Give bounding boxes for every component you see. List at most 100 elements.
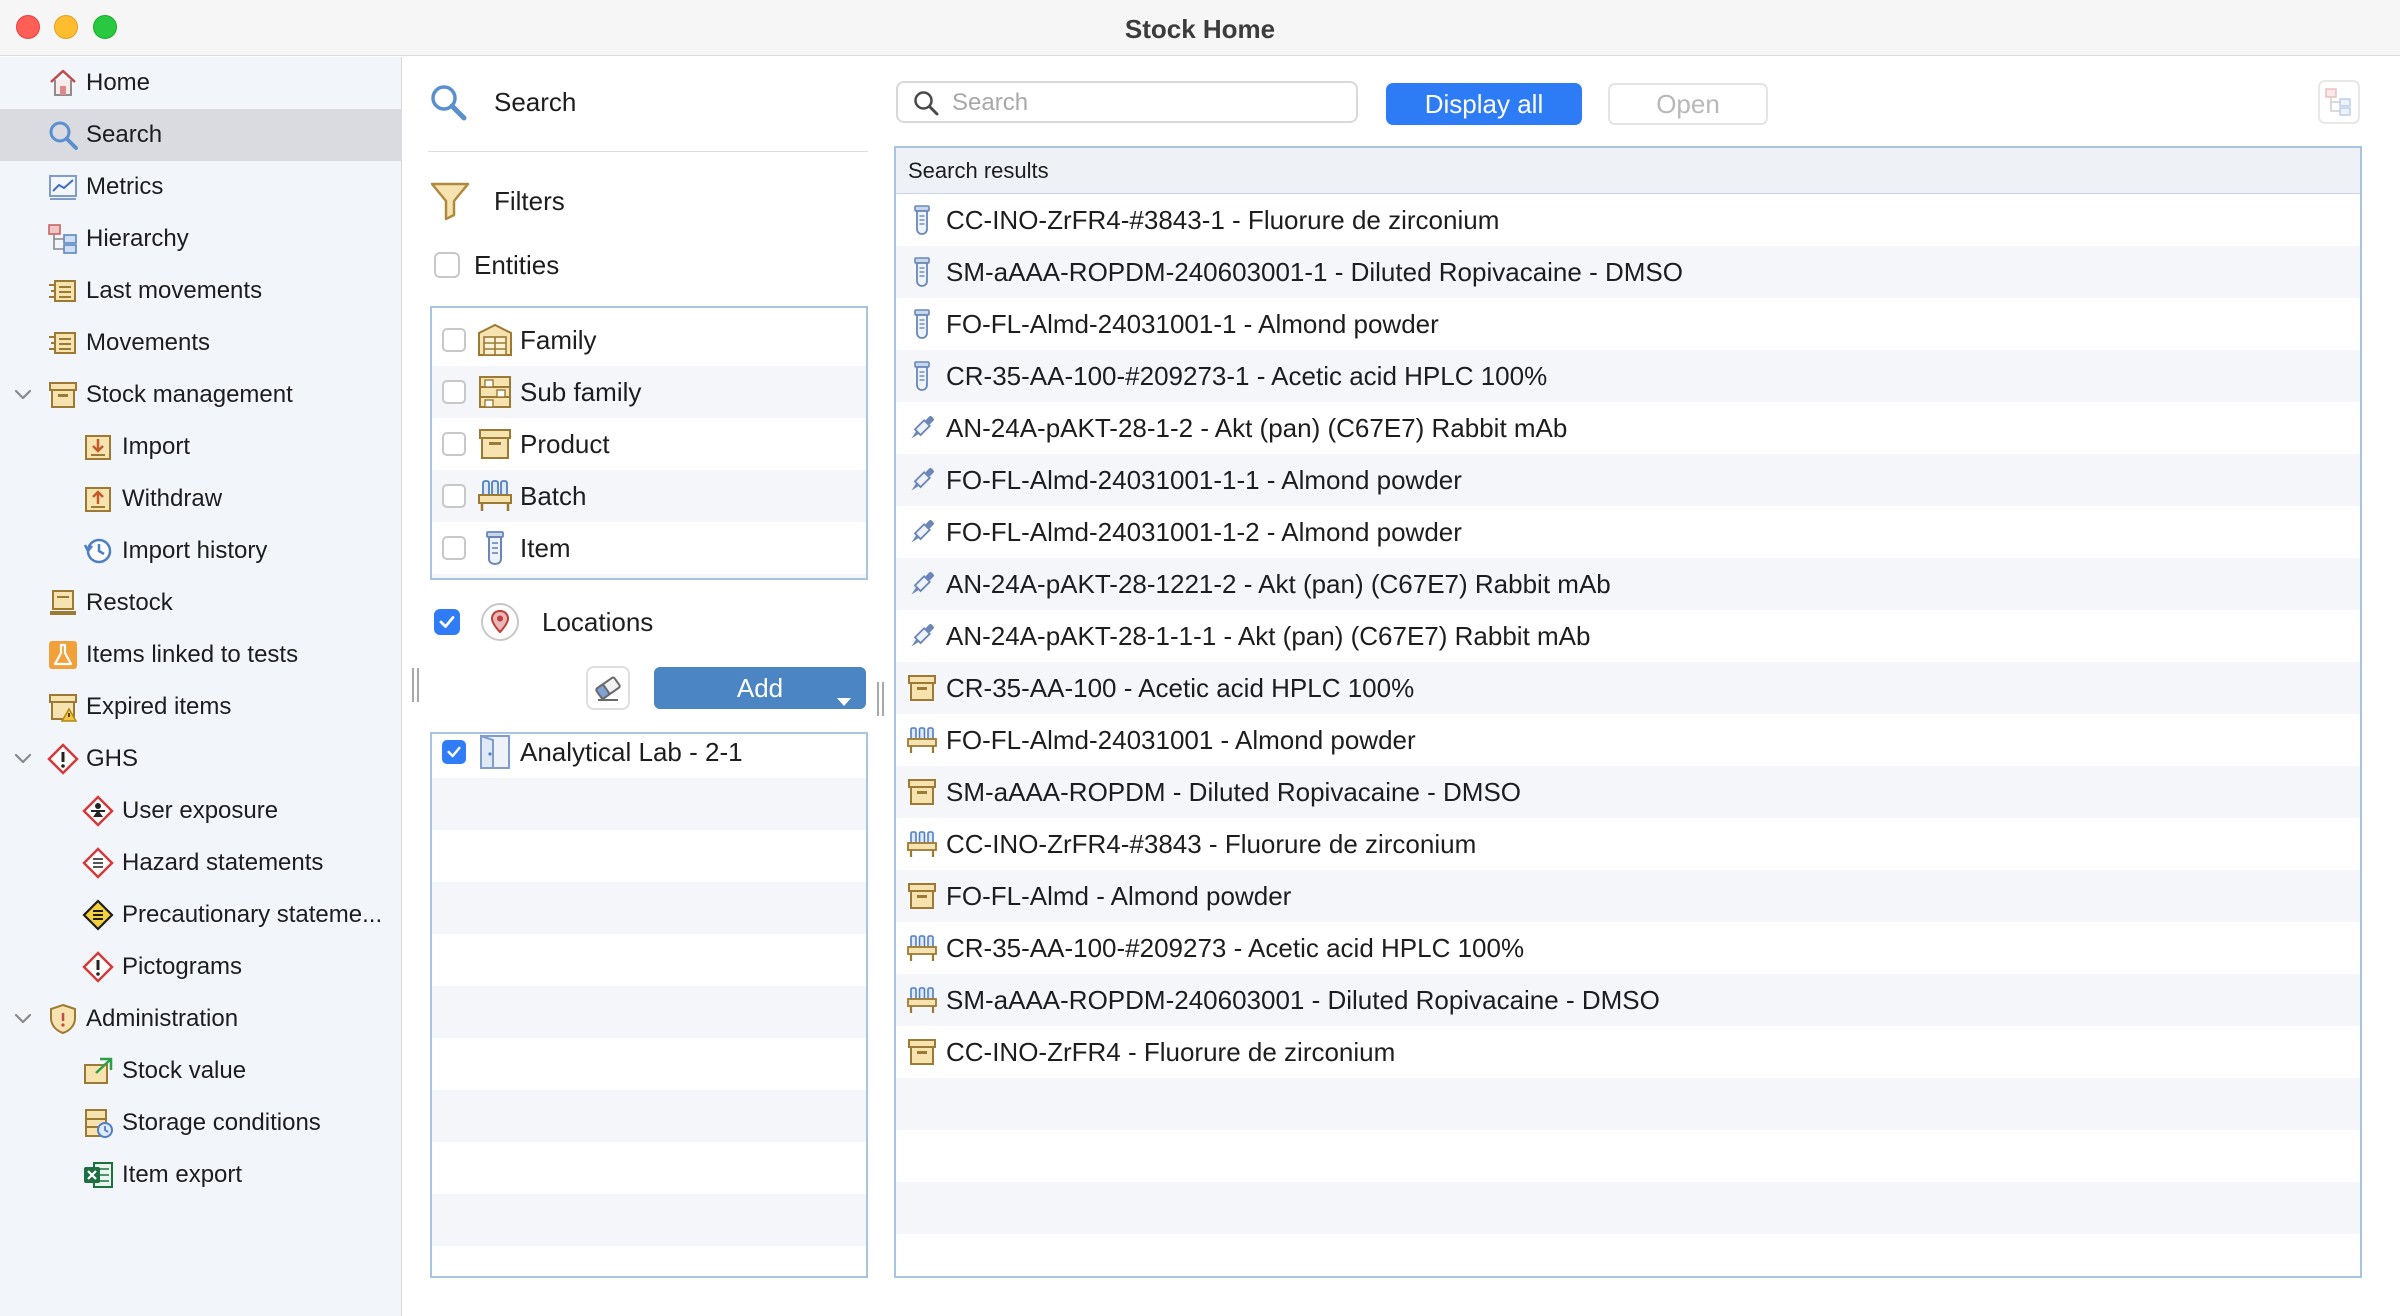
entity-checkbox[interactable] <box>442 484 466 508</box>
result-row[interactable]: FO-FL-Almd-24031001-1 - Almond powder <box>896 298 2360 350</box>
result-row[interactable]: SM-aAAA-ROPDM-240603001-1 - Diluted Ropi… <box>896 246 2360 298</box>
pipette-icon <box>906 412 938 444</box>
add-location-button[interactable]: Add <box>654 667 866 709</box>
sidebar-item-items-linked-to-tests[interactable]: Items linked to tests <box>0 629 402 681</box>
sidebar-item-import[interactable]: Import <box>0 421 402 473</box>
tube-icon <box>906 360 938 392</box>
window-title: Stock Home <box>1124 14 1276 44</box>
tube-icon <box>906 308 938 340</box>
entity-row-sub-family[interactable]: Sub family <box>432 366 866 418</box>
stock-value-icon <box>82 1055 114 1087</box>
result-row[interactable]: SM-aAAA-ROPDM - Diluted Ropivacaine - DM… <box>896 766 2360 818</box>
filters-header: Filters <box>428 178 565 224</box>
left-splitter-handle[interactable] <box>412 668 420 702</box>
result-row[interactable]: AN-24A-pAKT-28-1221-2 - Akt (pan) (C67E7… <box>896 558 2360 610</box>
entity-checkbox[interactable] <box>442 432 466 456</box>
locations-checkbox[interactable] <box>434 609 460 635</box>
funnel-icon <box>428 179 472 223</box>
entity-row-item[interactable]: Item <box>432 522 866 574</box>
entities-checkbox[interactable] <box>434 252 460 278</box>
empty-row <box>896 1234 2360 1276</box>
sidebar-item-user-exposure[interactable]: User exposure <box>0 785 402 837</box>
sidebar-item-label: Expired items <box>86 693 232 720</box>
result-row[interactable]: FO-FL-Almd-24031001 - Almond powder <box>896 714 2360 766</box>
sidebar-item-movements[interactable]: Movements <box>0 317 402 369</box>
search-results-list: Search results CC-INO-ZrFR4-#3843-1 - Fl… <box>894 146 2362 1278</box>
import-icon <box>82 431 114 463</box>
pipette-icon <box>906 464 938 496</box>
results-search-input[interactable] <box>952 87 1342 119</box>
open-button[interactable]: Open <box>1608 83 1768 125</box>
sidebar-item-import-history[interactable]: Import history <box>0 525 402 577</box>
product-icon <box>476 425 514 463</box>
entity-row-family[interactable]: Family <box>432 314 866 366</box>
sidebar-item-storage-conditions[interactable]: Storage conditions <box>0 1097 402 1149</box>
sidebar-item-withdraw[interactable]: Withdraw <box>0 473 402 525</box>
middle-splitter-handle[interactable] <box>877 682 885 716</box>
expired-box-icon <box>47 691 79 723</box>
entity-row-product[interactable]: Product <box>432 418 866 470</box>
chevron-down-icon[interactable] <box>13 385 33 405</box>
empty-row <box>896 1078 2360 1130</box>
entity-row-batch[interactable]: Batch <box>432 470 866 522</box>
empty-row <box>432 934 866 986</box>
sidebar-item-stock-value[interactable]: Stock value <box>0 1045 402 1097</box>
history-icon <box>82 535 114 567</box>
empty-row <box>432 986 866 1038</box>
empty-row <box>432 830 866 882</box>
entity-checkbox[interactable] <box>442 380 466 404</box>
sidebar-item-expired-items[interactable]: Expired items <box>0 681 402 733</box>
sidebar-item-stock-management[interactable]: Stock management <box>0 369 402 421</box>
sidebar-item-last-movements[interactable]: Last movements <box>0 265 402 317</box>
dropdown-caret-icon[interactable] <box>836 683 852 714</box>
sidebar-item-label: Hazard statements <box>122 849 324 876</box>
entities-row: Entities <box>434 248 559 282</box>
entity-label: Sub family <box>520 376 642 407</box>
tree-view-button[interactable] <box>2318 80 2360 124</box>
result-row[interactable]: FO-FL-Almd-24031001-1-1 - Almond powder <box>896 454 2360 506</box>
result-row[interactable]: AN-24A-pAKT-28-1-1-1 - Akt (pan) (C67E7)… <box>896 610 2360 662</box>
result-row[interactable]: FO-FL-Almd-24031001-1-2 - Almond powder <box>896 506 2360 558</box>
empty-row <box>432 1038 866 1090</box>
chevron-down-icon[interactable] <box>13 749 33 769</box>
sidebar-item-administration[interactable]: Administration <box>0 993 402 1045</box>
result-row[interactable]: CC-INO-ZrFR4-#3843 - Fluorure de zirconi… <box>896 818 2360 870</box>
result-row[interactable]: CR-35-AA-100 - Acetic acid HPLC 100% <box>896 662 2360 714</box>
result-row[interactable]: FO-FL-Almd - Almond powder <box>896 870 2360 922</box>
sidebar-item-hierarchy[interactable]: Hierarchy <box>0 213 402 265</box>
result-row[interactable]: SM-aAAA-ROPDM-240603001 - Diluted Ropiva… <box>896 974 2360 1026</box>
sidebar-item-home[interactable]: Home <box>0 57 402 109</box>
sidebar-item-ghs[interactable]: GHS <box>0 733 402 785</box>
display-all-button[interactable]: Display all <box>1386 83 1582 125</box>
sidebar-item-hazard-statements[interactable]: Hazard statements <box>0 837 402 889</box>
sidebar-item-item-export[interactable]: Item export <box>0 1149 402 1201</box>
chevron-down-icon[interactable] <box>13 1009 33 1029</box>
result-row[interactable]: CC-INO-ZrFR4 - Fluorure de zirconium <box>896 1026 2360 1078</box>
location-checkbox[interactable] <box>442 740 466 764</box>
hazard-statement-icon <box>82 847 114 879</box>
result-label: FO-FL-Almd - Almond powder <box>946 880 1292 911</box>
empty-row <box>432 1090 866 1142</box>
sidebar-item-label: Search <box>86 121 163 148</box>
entity-checkbox[interactable] <box>442 536 466 560</box>
sidebar-item-search[interactable]: Search <box>0 109 402 161</box>
entity-checkbox[interactable] <box>442 328 466 352</box>
hierarchy-icon <box>47 223 79 255</box>
eraser-button[interactable] <box>586 666 630 710</box>
sidebar-item-label: Restock <box>86 589 173 616</box>
result-row[interactable]: CR-35-AA-100-#209273-1 - Acetic acid HPL… <box>896 350 2360 402</box>
empty-row <box>896 1130 2360 1182</box>
result-row[interactable]: CC-INO-ZrFR4-#3843-1 - Fluorure de zirco… <box>896 194 2360 246</box>
result-row[interactable]: CR-35-AA-100-#209273 - Acetic acid HPLC … <box>896 922 2360 974</box>
sidebar-item-metrics[interactable]: Metrics <box>0 161 402 213</box>
sidebar-item-precautionary-stateme[interactable]: Precautionary stateme... <box>0 889 402 941</box>
result-row[interactable]: AN-24A-pAKT-28-1-2 - Akt (pan) (C67E7) R… <box>896 402 2360 454</box>
results-search-field[interactable] <box>896 81 1358 123</box>
sidebar-item-restock[interactable]: Restock <box>0 577 402 629</box>
location-row-analytical-lab-2-1[interactable]: Analytical Lab - 2-1 <box>432 734 866 778</box>
add-button-label: Add <box>736 672 784 703</box>
tube-icon <box>906 256 938 288</box>
empty-row <box>896 1182 2360 1234</box>
sidebar-item-pictograms[interactable]: Pictograms <box>0 941 402 993</box>
door-icon <box>476 734 514 771</box>
